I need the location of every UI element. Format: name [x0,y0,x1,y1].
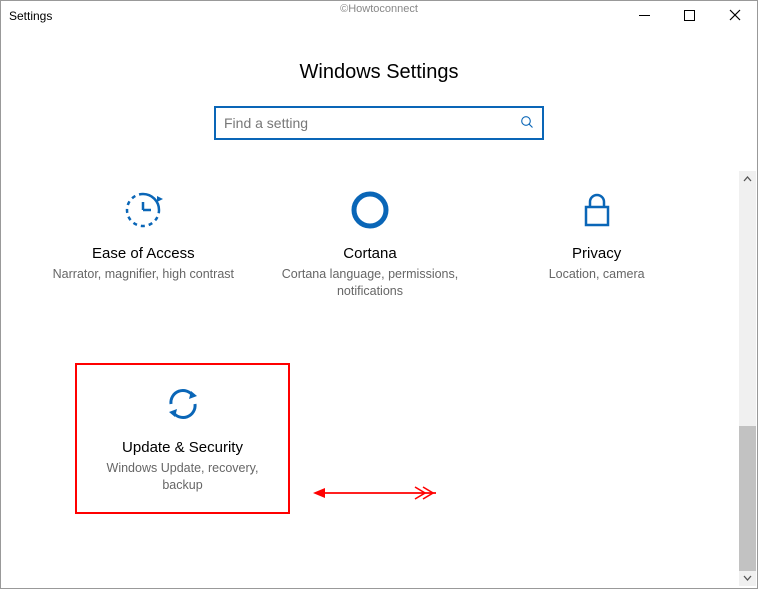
tile-update-security[interactable]: Update & Security Windows Update, recove… [75,363,290,514]
watermark: ©Howtoconnect [340,3,418,15]
search-icon [520,115,534,132]
tile-privacy[interactable]: Privacy Location, camera [489,171,704,318]
window-controls [622,1,757,29]
tile-desc: Location, camera [499,266,694,283]
search-box[interactable] [214,106,544,140]
tiles-row-2: Update & Security Windows Update, recove… [30,363,710,514]
scroll-up-icon[interactable] [739,171,756,188]
tile-desc: Narrator, magnifier, high contrast [46,266,241,283]
search-wrap [1,106,757,140]
tile-cortana[interactable]: Cortana Cortana language, permissions, n… [262,171,477,318]
scroll-thumb[interactable] [739,426,756,571]
sync-icon [87,379,278,429]
ease-of-access-icon [46,185,241,235]
tile-desc: Cortana language, permissions, notificat… [272,266,467,300]
scroll-down-icon[interactable] [739,569,756,586]
tile-label: Update & Security [87,439,278,456]
tiles-row-1: Ease of Access Narrator, magnifier, high… [30,171,710,318]
search-input[interactable] [224,115,520,131]
settings-window: Settings ©Howtoconnect Windows Settings [0,0,758,589]
lock-icon [499,185,694,235]
vertical-scrollbar[interactable] [739,171,756,586]
page-title: Windows Settings [1,61,757,84]
minimize-button[interactable] [622,1,667,29]
tile-label: Cortana [272,245,467,262]
content-area: Ease of Access Narrator, magnifier, high… [1,171,739,588]
window-title: Settings [9,9,52,23]
close-button[interactable] [712,1,757,29]
maximize-button[interactable] [667,1,712,29]
tile-ease-of-access[interactable]: Ease of Access Narrator, magnifier, high… [36,171,251,318]
cortana-icon [272,185,467,235]
tile-desc: Windows Update, recovery, backup [87,460,278,494]
tile-label: Privacy [499,245,694,262]
tile-label: Ease of Access [46,245,241,262]
